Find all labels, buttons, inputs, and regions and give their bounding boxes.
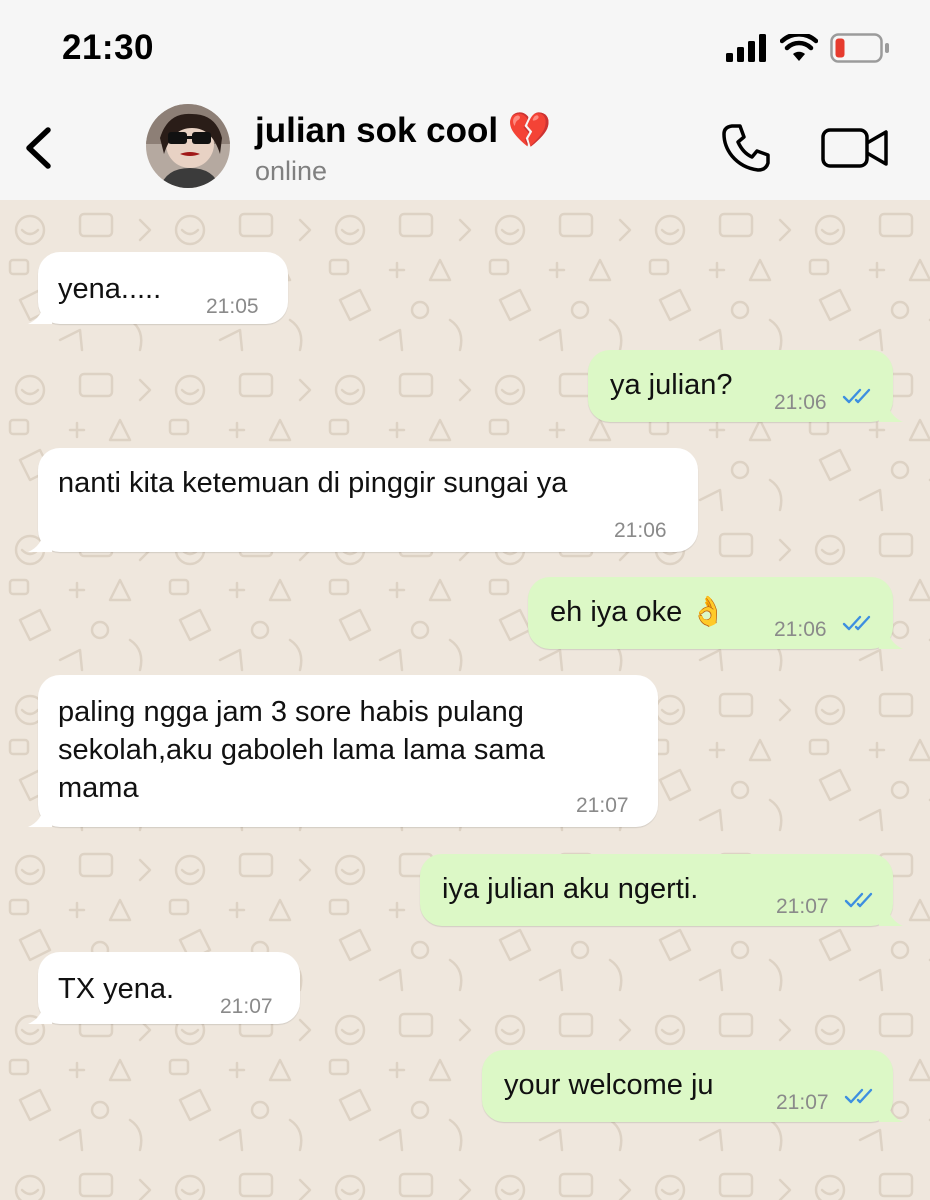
signal-icon: [726, 34, 766, 62]
message-text-line: sekolah,aku gaboleh lama lama sama: [58, 734, 545, 766]
bubble-tail: [28, 1002, 52, 1024]
message-outgoing[interactable]: your welcome ju 21:07: [482, 1050, 903, 1122]
chat-area[interactable]: yena..... 21:05 ya julian? 21:06 nanti k…: [0, 200, 930, 1200]
message-time: 21:06: [774, 618, 827, 641]
double-check-icon: [844, 892, 873, 908]
message-time: 21:07: [776, 895, 829, 918]
message-time: 21:07: [576, 794, 629, 817]
message-time: 21:07: [776, 1091, 829, 1114]
bubble-tail: [28, 530, 52, 552]
status-bar: 21:30: [0, 0, 930, 96]
video-camera-icon[interactable]: [820, 126, 890, 170]
message-incoming[interactable]: paling ngga jam 3 sore habis pulang seko…: [28, 675, 658, 827]
message-time: 21:07: [220, 995, 273, 1018]
bubble-tail: [879, 1100, 903, 1122]
message-text: eh iya oke 👌: [550, 596, 727, 628]
double-check-icon: [842, 388, 871, 404]
contact-status: online: [255, 156, 328, 186]
message-incoming[interactable]: TX yena. 21:07: [28, 952, 300, 1024]
bubble-tail: [28, 805, 52, 827]
message-text: iya julian aku ngerti.: [442, 873, 699, 905]
contact-name[interactable]: julian sok cool 💔: [255, 110, 551, 151]
avatar[interactable]: [146, 104, 230, 188]
bubble-tail: [28, 302, 52, 324]
message-time: 21:06: [614, 519, 667, 542]
bubble-tail: [879, 627, 903, 649]
message-outgoing[interactable]: eh iya oke 👌 21:06: [528, 577, 903, 649]
bubble-tail: [879, 400, 903, 422]
status-icons: [726, 32, 890, 64]
double-check-icon: [844, 1088, 873, 1104]
message-text: nanti kita ketemuan di pinggir sungai ya: [58, 467, 568, 499]
back-chevron-icon[interactable]: [16, 122, 62, 172]
phone-icon[interactable]: [718, 120, 774, 176]
message-time: 21:06: [774, 391, 827, 414]
message-text: your welcome ju: [504, 1069, 714, 1101]
message-incoming[interactable]: nanti kita ketemuan di pinggir sungai ya…: [28, 448, 698, 552]
message-incoming[interactable]: yena..... 21:05: [28, 252, 288, 324]
status-time: 21:30: [62, 28, 155, 67]
battery-icon: [830, 33, 889, 63]
chat-header: julian sok cool 💔 online: [0, 96, 930, 200]
message-text: TX yena.: [58, 973, 175, 1005]
double-check-icon: [842, 615, 871, 631]
bubble-tail: [879, 904, 903, 926]
wifi-icon: [780, 34, 818, 61]
message-text: ya julian?: [610, 369, 733, 401]
message-outgoing[interactable]: ya julian? 21:06: [588, 350, 903, 422]
message-text-line: mama: [58, 772, 139, 804]
message-time: 21:05: [206, 295, 259, 318]
message-text-line: paling ngga jam 3 sore habis pulang: [58, 696, 524, 728]
message-outgoing[interactable]: iya julian aku ngerti. 21:07: [420, 854, 903, 926]
message-text: yena.....: [58, 273, 162, 305]
